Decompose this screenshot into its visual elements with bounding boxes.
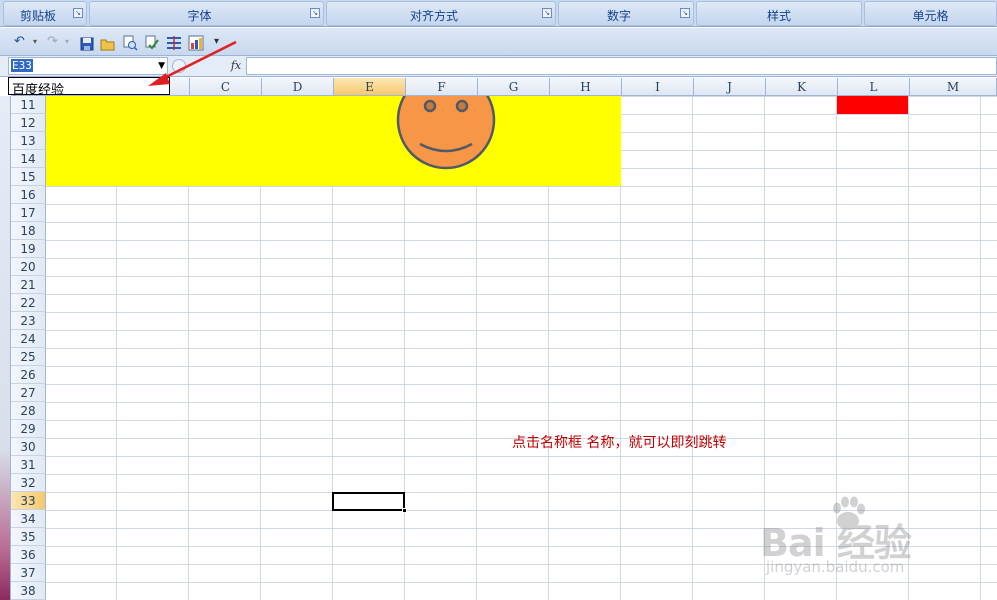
ribbon-group-number[interactable]: 数字 ↘ [558,1,694,26]
row-header-14[interactable]: 14 [11,150,46,168]
ribbon-group-label: 对齐方式 [409,9,458,23]
redo-icon[interactable]: ↷ [47,33,58,51]
row-header-22[interactable]: 22 [11,294,46,312]
ribbon-group-clipboard[interactable]: 剪贴板 ↘ [3,1,87,26]
name-box[interactable]: E33 ▼ [8,57,168,75]
row-header-33[interactable]: 33 [11,492,46,510]
name-box-dropdown-icon[interactable]: ▼ [158,61,165,71]
ribbon-group-label: 单元格 [912,9,949,23]
column-header-m[interactable]: M [910,78,997,96]
row-header-26[interactable]: 26 [11,366,46,384]
dialog-launcher-icon[interactable]: ↘ [310,8,320,18]
column-header-h[interactable]: H [550,78,622,96]
watermark-url: jingyan.baidu.com [766,558,905,576]
annotation-text: 点击名称框 名称，就可以即刻跳转 [512,435,727,451]
formula-bar-splitter[interactable] [170,57,225,75]
row-header-36[interactable]: 36 [11,546,46,564]
red-filled-cell[interactable] [837,96,908,114]
row-header-23[interactable]: 23 [11,312,46,330]
row-header-24[interactable]: 24 [11,330,46,348]
ribbon-group-label: 字体 [187,9,212,23]
row-header-32[interactable]: 32 [11,474,46,492]
row-header-37[interactable]: 37 [11,564,46,582]
formula-bar: E33 ▼ fx [0,56,997,77]
row-header-16[interactable]: 16 [11,186,46,204]
row-header-18[interactable]: 18 [11,222,46,240]
left-desktop-strip [0,96,11,600]
defined-name-item[interactable]: 百度经验 [12,79,64,98]
column-header-j[interactable]: J [694,78,766,96]
row-header-35[interactable]: 35 [11,528,46,546]
yellow-filled-range[interactable] [46,96,621,186]
row-header-28[interactable]: 28 [11,402,46,420]
row-header-11[interactable]: 11 [11,96,46,114]
column-header-i[interactable]: I [622,78,694,96]
row-header-27[interactable]: 27 [11,384,46,402]
open-folder-icon[interactable] [100,35,116,53]
ribbon-group-label: 剪贴板 [19,9,56,23]
ribbon-group-cells[interactable]: 单元格 [864,1,997,26]
row-header-38[interactable]: 38 [11,582,46,600]
column-header-c[interactable]: C [190,78,262,96]
row-header-29[interactable]: 29 [11,420,46,438]
quick-access-toolbar: ↶ ▾ ↷ ▾ ▾ [0,28,997,56]
baidu-watermark: Bai 经验 jingyan.baidu.com [760,490,990,585]
row-header-15[interactable]: 15 [11,168,46,186]
save-icon[interactable] [80,35,94,53]
dialog-launcher-icon[interactable]: ↘ [680,8,690,18]
sort-icon[interactable] [166,34,182,52]
smiley-face-shape[interactable] [396,70,496,170]
name-box-dropdown-list: 百度经验 [8,77,170,98]
row-header-31[interactable]: 31 [11,456,46,474]
row-header-17[interactable]: 17 [11,204,46,222]
redo-dropdown-icon[interactable]: ▾ [65,33,69,51]
fill-handle[interactable] [402,508,407,513]
undo-icon[interactable]: ↶ [14,33,25,51]
formula-input[interactable] [246,57,997,75]
row-header-19[interactable]: 19 [11,240,46,258]
insert-function-icon[interactable]: fx [226,57,246,75]
row-header-13[interactable]: 13 [11,132,46,150]
ribbon-group-bar: 剪贴板 ↘ 字体 ↘ 对齐方式 ↘ 数字 ↘ 样式 单元格 [0,0,997,27]
print-preview-icon[interactable] [122,34,138,52]
chart-icon[interactable] [188,34,204,52]
undo-dropdown-icon[interactable]: ▾ [33,33,37,51]
customize-toolbar-icon[interactable]: ▾ [214,33,219,51]
active-cell-e33[interactable] [332,492,407,513]
ribbon-group-font[interactable]: 字体 ↘ [89,1,324,26]
ribbon-group-label: 数字 [606,9,631,23]
dialog-launcher-icon[interactable]: ↘ [73,8,83,18]
ribbon-group-label: 样式 [766,9,791,23]
spell-check-icon[interactable] [144,34,160,52]
row-header-30[interactable]: 30 [11,438,46,456]
row-header-25[interactable]: 25 [11,348,46,366]
ribbon-group-alignment[interactable]: 对齐方式 ↘ [326,1,556,26]
row-header-20[interactable]: 20 [11,258,46,276]
row-header-12[interactable]: 12 [11,114,46,132]
column-header-l[interactable]: L [838,78,910,96]
row-header-21[interactable]: 21 [11,276,46,294]
column-header-k[interactable]: K [766,78,838,96]
name-box-value[interactable]: E33 [11,59,33,72]
formula-splitter-icon[interactable] [172,59,186,73]
column-header-d[interactable]: D [262,78,334,96]
ribbon-group-styles[interactable]: 样式 [696,1,862,26]
dialog-launcher-icon[interactable]: ↘ [542,8,552,18]
row-header-34[interactable]: 34 [11,510,46,528]
